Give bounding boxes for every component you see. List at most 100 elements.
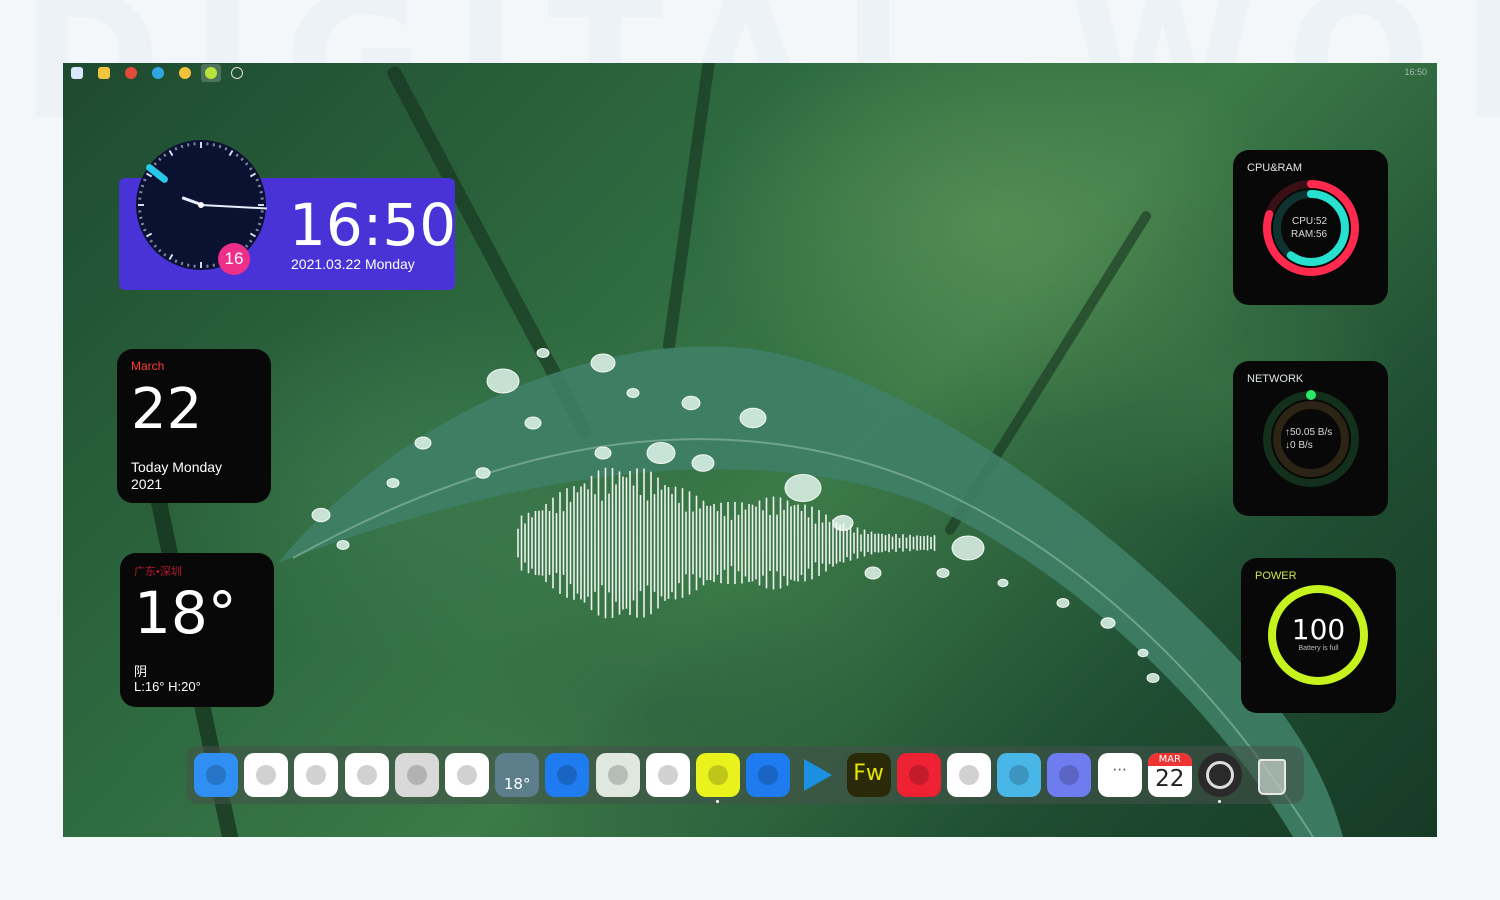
clock-tick <box>206 264 209 268</box>
battery-label: Battery is full <box>1298 645 1339 652</box>
clock-tick <box>140 184 145 188</box>
wechat-glyph <box>607 765 628 785</box>
clock-tick <box>180 144 184 149</box>
fireworks-icon[interactable]: Fw <box>846 753 891 797</box>
clock-tick <box>174 147 178 151</box>
calendar-widget[interactable]: March 22 Today Monday 2021 <box>117 349 271 503</box>
edge-icon[interactable] <box>152 67 164 79</box>
weather-condition: 阴 <box>134 664 148 679</box>
power-widget[interactable]: POWER 100 Battery is full <box>1241 558 1396 713</box>
home-glyph <box>256 765 277 785</box>
water-droplet <box>1056 598 1070 608</box>
android-icon[interactable] <box>201 64 221 82</box>
clock-tick <box>212 143 216 147</box>
clock-tick <box>244 162 249 166</box>
clock-tick <box>138 204 144 206</box>
home-icon[interactable] <box>244 753 289 797</box>
clock-tick <box>145 232 153 238</box>
obs-icon[interactable] <box>1198 753 1242 797</box>
weather-icon[interactable]: 18° <box>495 753 540 797</box>
water-droplet <box>524 416 542 430</box>
water-droplet <box>951 535 985 561</box>
calendar-icon-month: MAR <box>1147 753 1192 766</box>
orange-circle-icon[interactable] <box>344 753 389 797</box>
clock-tick <box>260 210 264 213</box>
xmind-icon[interactable] <box>896 753 941 797</box>
color-tools-icon[interactable] <box>997 753 1042 797</box>
clock-tick <box>248 239 253 243</box>
clock-tick <box>260 197 264 200</box>
weather-widget[interactable]: 广东•深圳 18° 阴 L:16° H:20° <box>120 553 274 707</box>
clock-tick <box>259 190 263 194</box>
file-explorer-icon[interactable] <box>98 67 110 79</box>
clock-tick <box>200 262 202 268</box>
calculator-icon[interactable] <box>394 753 439 797</box>
photos-icon[interactable] <box>445 753 489 797</box>
water-droplet <box>311 507 331 523</box>
water-droplet <box>997 578 1009 588</box>
cpu-ram-widget[interactable]: CPU&RAM CPU:52 RAM:56 <box>1233 150 1388 305</box>
clock-tick <box>186 263 190 267</box>
trash-icon[interactable] <box>1248 753 1292 797</box>
volume-icon[interactable] <box>1047 753 1092 797</box>
clock-center <box>198 202 204 208</box>
clock-tick <box>249 232 257 238</box>
pencil-icon[interactable] <box>545 753 590 797</box>
weather-temperature: 18° <box>134 579 237 647</box>
clock-tick <box>149 239 154 243</box>
water-droplet <box>1100 617 1116 629</box>
qq-penguin-icon[interactable] <box>645 753 690 797</box>
volume-glyph <box>1059 765 1080 785</box>
calculator-glyph <box>406 765 427 785</box>
calendar-month: March <box>131 359 165 373</box>
water-droplet <box>590 353 616 373</box>
music-icon[interactable] <box>696 753 740 797</box>
launchpad-glyph <box>306 765 327 785</box>
wechat-icon[interactable] <box>595 753 640 797</box>
digital-time: 16:50 <box>289 191 457 259</box>
clock-tick <box>255 228 259 232</box>
clock-tick <box>235 153 239 158</box>
water-droplet <box>414 436 432 450</box>
clock-tick <box>138 197 142 200</box>
battery-value: 100 <box>1291 613 1346 646</box>
photos-glyph <box>457 765 477 785</box>
water-droplet <box>536 348 550 358</box>
clock-tick <box>240 157 244 162</box>
chrome-icon[interactable] <box>179 67 191 79</box>
pencil-app-2-glyph <box>758 765 779 785</box>
desktop-screen: 16:50 16 16:50 2021.03.22 Monday March 2… <box>63 63 1437 837</box>
clock-tick <box>139 216 143 220</box>
windows-start-icon[interactable] <box>71 67 83 79</box>
water-droplet <box>1146 673 1160 683</box>
clock-tick <box>168 253 174 261</box>
calendar-icon[interactable]: MAR 22 <box>1147 753 1192 797</box>
clock-tick <box>248 167 253 171</box>
vscode-icon[interactable] <box>796 753 840 797</box>
dock: 18° Fw ··· MAR 22 <box>186 746 1304 804</box>
clock-tick <box>257 184 262 188</box>
settings-icon[interactable] <box>231 67 243 79</box>
more-icon[interactable]: ··· <box>1097 753 1142 797</box>
water-droplet <box>594 446 612 460</box>
more-icon-label: ··· <box>1112 761 1127 779</box>
water-droplet <box>475 467 491 479</box>
clock-tick <box>153 162 158 166</box>
clock-tick <box>193 264 196 268</box>
chrome-icon[interactable] <box>125 67 137 79</box>
network-upload: ↑50.05 B/s <box>1285 427 1333 438</box>
finder-icon[interactable] <box>194 753 238 797</box>
clock-tick <box>168 149 174 157</box>
pencil-icon[interactable] <box>746 753 791 797</box>
network-widget[interactable]: NETWORK ↑50.05 B/s ↓0 B/s <box>1233 361 1388 516</box>
water-droplet <box>336 540 350 550</box>
clock-tick <box>212 263 216 267</box>
xmind-glyph <box>908 765 929 785</box>
launchpad-icon[interactable] <box>294 753 339 797</box>
clock-tick <box>163 153 167 158</box>
finder-glyph <box>206 765 226 785</box>
water-droplet <box>864 566 882 580</box>
screenshot-icon[interactable] <box>947 753 991 797</box>
network-upload-indicator <box>1306 390 1316 400</box>
calendar-year: 2021 <box>131 476 163 492</box>
